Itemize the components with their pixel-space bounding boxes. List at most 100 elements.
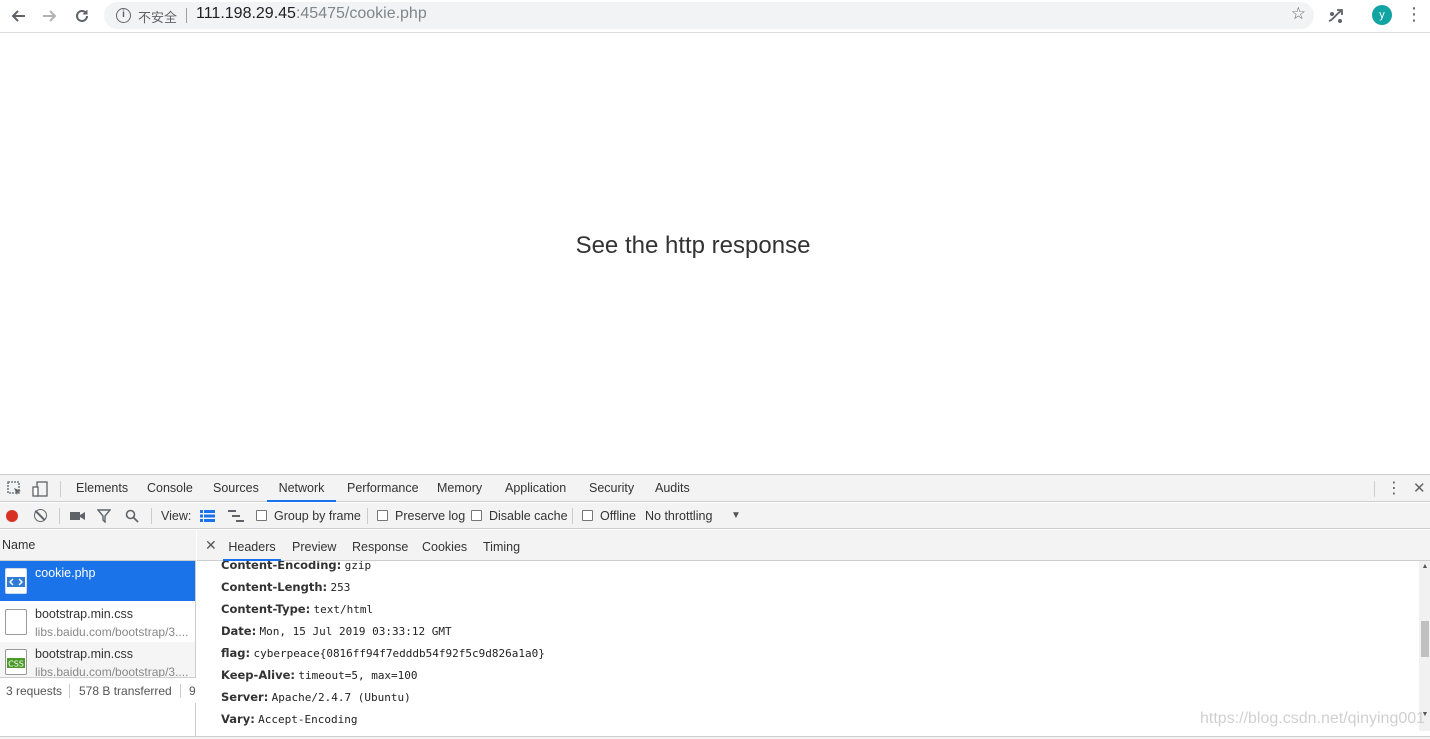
address-bar[interactable]: i 不安全 111.198.29.45:45475/cookie.php ☆ (104, 2, 1314, 29)
forward-icon[interactable] (37, 4, 63, 28)
tab-application[interactable]: Application (505, 475, 566, 502)
document-file-icon (5, 568, 27, 594)
page-content: See the http response (0, 34, 1430, 474)
devtools-tab-bar: Elements Console Sources Network Perform… (0, 475, 1430, 502)
tab-performance[interactable]: Performance (347, 475, 419, 502)
tab-security[interactable]: Security (589, 475, 634, 502)
header-row: flag: cyberpeace{0816ff94f7edddb54f92f5c… (221, 646, 545, 660)
header-row: Date: Mon, 15 Jul 2019 03:33:12 GMT (221, 624, 452, 638)
request-row-cookie-php[interactable]: cookie.php (0, 561, 195, 601)
star-icon[interactable]: ☆ (1291, 4, 1306, 24)
offline-label[interactable]: Offline (600, 503, 636, 529)
header-name: flag: (221, 646, 251, 660)
tab-response[interactable]: Response (352, 530, 408, 561)
header-name: Keep-Alive: (221, 668, 295, 682)
search-icon[interactable] (125, 503, 139, 529)
header-name: Vary: (221, 712, 255, 726)
header-name: Server: (221, 690, 269, 704)
scrollbar[interactable]: ▲ ▼ (1419, 561, 1430, 731)
divider (367, 508, 368, 524)
transferred-size: 578 B transferred (79, 684, 172, 698)
css-file-icon: CSS (5, 649, 27, 675)
header-name: Content-Length: (221, 580, 328, 594)
tab-timing[interactable]: Timing (483, 530, 520, 561)
view-label: View: (161, 509, 192, 523)
name-column-header[interactable]: Name (0, 530, 196, 561)
menu-icon[interactable]: ⋮ (1404, 4, 1424, 26)
close-icon[interactable]: ✕ (205, 530, 217, 561)
header-name: Content-Type: (221, 602, 311, 616)
tab-audits[interactable]: Audits (655, 475, 690, 502)
extension-icon[interactable] (1326, 6, 1346, 26)
tab-memory[interactable]: Memory (437, 475, 482, 502)
header-value: Mon, 15 Jul 2019 03:33:12 GMT (259, 625, 452, 638)
divider (59, 508, 60, 524)
preserve-log-label[interactable]: Preserve log (395, 503, 465, 529)
throttling-select[interactable]: No throttling (645, 503, 712, 529)
scroll-up-icon[interactable]: ▲ (1421, 563, 1429, 570)
devtools-menu-icon[interactable]: ⋮ (1386, 475, 1402, 502)
waterfall-icon[interactable] (228, 503, 244, 529)
header-value: timeout=5, max=100 (298, 669, 418, 682)
tab-console[interactable]: Console (147, 475, 193, 502)
tab-sources[interactable]: Sources (213, 475, 259, 502)
avatar[interactable]: y (1372, 5, 1392, 25)
record-icon[interactable] (6, 510, 18, 522)
header-row: Content-Type: text/html (221, 602, 373, 616)
devtools-panel: Elements Console Sources Network Perform… (0, 474, 1430, 739)
response-headers: Content-Encoding: gzip Content-Length: 2… (197, 561, 1419, 728)
disable-cache-label[interactable]: Disable cache (489, 503, 568, 529)
divider (69, 684, 70, 698)
header-row: Keep-Alive: timeout=5, max=100 (221, 668, 418, 682)
url-host: 111.198.29.45 (196, 5, 296, 22)
watermark: https://blog.csdn.net/qinying001 (1200, 710, 1426, 727)
reload-icon[interactable] (69, 4, 95, 28)
tab-elements[interactable]: Elements (76, 475, 128, 502)
scrollbar-thumb[interactable] (1421, 621, 1429, 657)
clear-icon[interactable] (34, 509, 47, 522)
info-icon[interactable]: i (116, 8, 131, 23)
tab-cookies[interactable]: Cookies (422, 530, 467, 561)
filter-icon[interactable] (96, 503, 112, 529)
tab-headers[interactable]: Headers (223, 530, 281, 561)
divider (180, 684, 181, 698)
url-path: :45475/cookie.php (295, 5, 427, 22)
header-row: Vary: Accept-Encoding (221, 712, 358, 726)
disable-cache-checkbox[interactable] (471, 510, 482, 521)
preserve-log-checkbox[interactable] (377, 510, 388, 521)
tab-network[interactable]: Network (267, 475, 336, 502)
detail-tab-bar: ✕ Headers Preview Response Cookies Timin… (197, 530, 1430, 561)
request-count: 3 requests (6, 684, 63, 698)
header-row: Server: Apache/2.4.7 (Ubuntu) (221, 690, 411, 704)
back-icon[interactable] (5, 4, 31, 28)
security-label[interactable]: 不安全 (138, 7, 177, 26)
divider (1374, 481, 1375, 497)
url-text[interactable]: 111.198.29.45:45475/cookie.php (196, 5, 427, 23)
header-value: text/html (313, 603, 374, 616)
chevron-down-icon[interactable]: ▼ (731, 503, 741, 529)
header-value: gzip (344, 561, 372, 572)
request-list: Name cookie.php bootstrap.min.css libs.b… (0, 530, 196, 738)
network-filter-bar: View: Group by frame Preserve log Disabl… (0, 503, 1430, 529)
browser-toolbar: i 不安全 111.198.29.45:45475/cookie.php ☆ y… (0, 0, 1430, 33)
status-extra: 9 (189, 684, 196, 698)
tab-preview[interactable]: Preview (292, 530, 336, 561)
group-by-frame-label[interactable]: Group by frame (274, 503, 361, 529)
header-name: Date: (221, 624, 257, 638)
network-status-bar: 3 requests 578 B transferred 9 (0, 677, 196, 703)
group-by-frame-checkbox[interactable] (256, 510, 267, 521)
page-heading: See the http response (575, 232, 811, 259)
request-row-bootstrap-css[interactable]: CSS bootstrap.min.css libs.baidu.com/boo… (0, 642, 195, 682)
header-value: Apache/2.4.7 (Ubuntu) (271, 691, 411, 704)
screenshot-icon[interactable] (70, 503, 85, 529)
request-row-bootstrap-css[interactable]: bootstrap.min.css libs.baidu.com/bootstr… (0, 602, 195, 642)
request-name: cookie.php (35, 566, 96, 580)
offline-checkbox[interactable] (582, 510, 593, 521)
close-devtools-icon[interactable]: ✕ (1413, 475, 1426, 502)
inspect-element-icon[interactable] (2, 477, 28, 501)
device-toolbar-icon[interactable] (27, 477, 53, 501)
header-name: Content-Encoding: (221, 561, 342, 572)
large-rows-icon[interactable] (200, 503, 215, 529)
divider (151, 508, 152, 524)
svg-text:CSS: CSS (8, 660, 24, 669)
